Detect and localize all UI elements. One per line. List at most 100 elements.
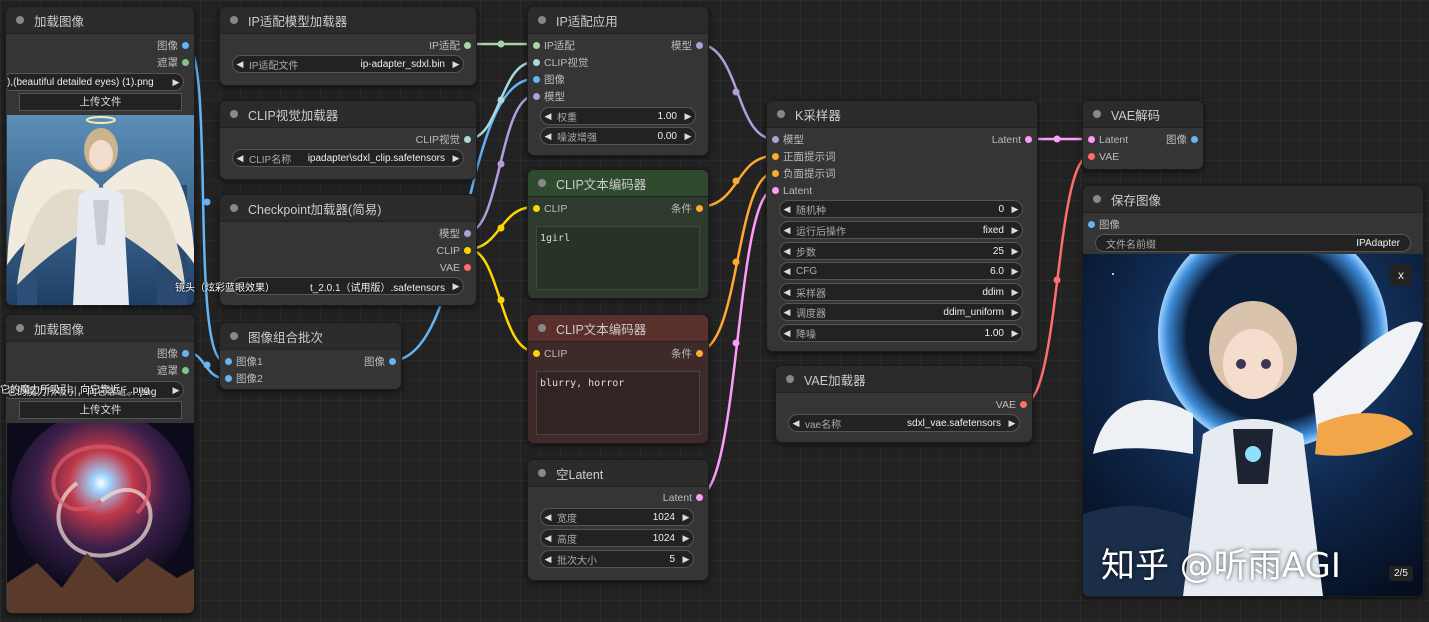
output-ipadapter[interactable]: IP适配 bbox=[429, 37, 476, 54]
arrow-left-icon[interactable]: ◀ bbox=[780, 328, 794, 339]
output-conditioning[interactable]: 条件 bbox=[671, 345, 708, 362]
node-header[interactable]: CLIP视觉加载器 bbox=[220, 101, 476, 128]
input-latent[interactable]: Latent bbox=[1083, 131, 1128, 148]
arrow-left-icon[interactable]: ◀ bbox=[541, 512, 555, 523]
ksampler-node[interactable]: K采样器 模型 正面提示词 负面提示词 Latent Latent ◀ 随机种 0 ▶… bbox=[766, 100, 1038, 352]
arrow-right-icon[interactable]: ▶ bbox=[169, 385, 183, 396]
output-clip[interactable]: CLIP bbox=[437, 242, 476, 259]
batch-size-slider[interactable]: ◀ 批次大小 5 ▶ bbox=[540, 550, 694, 568]
scheduler-select[interactable]: ◀ 调度器 ddim_uniform ▶ bbox=[779, 303, 1023, 321]
image-socket-icon[interactable] bbox=[1088, 221, 1095, 228]
collapse-dot-icon[interactable] bbox=[538, 469, 546, 477]
arrow-right-icon[interactable]: ▶ bbox=[1008, 328, 1022, 339]
sampler-select[interactable]: ◀ 采样器 ddim ▶ bbox=[779, 283, 1023, 301]
collapse-dot-icon[interactable] bbox=[1093, 110, 1101, 118]
input-model[interactable]: 模型 bbox=[528, 88, 565, 105]
arrow-right-icon[interactable]: ▶ bbox=[449, 281, 463, 292]
node-header[interactable]: VAE加载器 bbox=[776, 366, 1032, 393]
node-header[interactable]: K采样器 bbox=[767, 101, 1037, 128]
prompt-textarea[interactable]: blurry, horror bbox=[536, 371, 700, 435]
arrow-right-icon[interactable]: ▶ bbox=[1008, 204, 1022, 215]
output-latent[interactable]: Latent bbox=[663, 489, 708, 506]
conditioning-socket-icon[interactable] bbox=[772, 170, 779, 177]
input-latent[interactable]: Latent bbox=[767, 182, 812, 199]
image-file-select[interactable]: ),(beautiful detailed eyes) (1).png ▶ bbox=[6, 73, 184, 91]
arrow-left-icon[interactable]: ◀ bbox=[780, 225, 794, 236]
steps-slider[interactable]: ◀ 步数 25 ▶ bbox=[779, 242, 1023, 260]
arrow-right-icon[interactable]: ▶ bbox=[681, 111, 695, 122]
vae-socket-icon[interactable] bbox=[1088, 153, 1095, 160]
load-image-node-1[interactable]: 加载图像 图像 遮罩 ),(beautiful detailed eyes) (… bbox=[5, 6, 195, 306]
vae-socket-icon[interactable] bbox=[464, 264, 471, 271]
node-header[interactable]: 图像组合批次 bbox=[220, 323, 401, 350]
output-model[interactable]: 模型 bbox=[671, 37, 708, 54]
image-socket-icon[interactable] bbox=[182, 350, 189, 357]
model-socket-icon[interactable] bbox=[464, 230, 471, 237]
collapse-dot-icon[interactable] bbox=[16, 324, 24, 332]
input-clip[interactable]: CLIP bbox=[528, 345, 567, 362]
latent-socket-icon[interactable] bbox=[1025, 136, 1032, 143]
output-image[interactable]: 图像 bbox=[157, 345, 194, 362]
node-header[interactable]: 保存图像 bbox=[1083, 186, 1423, 213]
collapse-dot-icon[interactable] bbox=[538, 16, 546, 24]
output-clip-vision[interactable]: CLIP视觉 bbox=[416, 131, 476, 148]
ipadapter-socket-icon[interactable] bbox=[533, 42, 540, 49]
arrow-right-icon[interactable]: ▶ bbox=[679, 512, 693, 523]
arrow-left-icon[interactable]: ◀ bbox=[789, 418, 803, 429]
image-batch-node[interactable]: 图像组合批次 图像1 图像2 图像 bbox=[219, 322, 402, 390]
noise-slider[interactable]: ◀ 噪波增强 0.00 ▶ bbox=[540, 127, 696, 145]
vae-name-select[interactable]: ◀ vae名称 sdxl_vae.safetensors ▶ bbox=[788, 414, 1020, 432]
output-vae[interactable]: VAE bbox=[996, 396, 1032, 413]
output-conditioning[interactable]: 条件 bbox=[671, 200, 708, 217]
arrow-left-icon[interactable]: ◀ bbox=[541, 131, 555, 142]
arrow-left-icon[interactable]: ◀ bbox=[541, 554, 555, 565]
arrow-right-icon[interactable]: ▶ bbox=[1008, 266, 1022, 277]
arrow-right-icon[interactable]: ▶ bbox=[1008, 225, 1022, 236]
latent-socket-icon[interactable] bbox=[1088, 136, 1095, 143]
output-image[interactable]: 图像 bbox=[1166, 131, 1203, 148]
node-header[interactable]: 空Latent bbox=[528, 460, 708, 487]
ipadapter-socket-icon[interactable] bbox=[464, 42, 471, 49]
seed-slider[interactable]: ◀ 随机种 0 ▶ bbox=[779, 200, 1023, 218]
control-after-generate-select[interactable]: ◀ 运行后操作 fixed ▶ bbox=[779, 221, 1023, 239]
arrow-right-icon[interactable]: ▶ bbox=[679, 533, 693, 544]
upload-button[interactable]: 上传文件 bbox=[19, 93, 182, 111]
collapse-dot-icon[interactable] bbox=[786, 375, 794, 383]
conditioning-socket-icon[interactable] bbox=[696, 205, 703, 212]
output-model[interactable]: 模型 bbox=[439, 225, 476, 242]
load-image-node-2[interactable]: 加载图像 图像 遮罩 它的魔力所吸引，向它靠近。.png ▶ 上传文件 bbox=[5, 314, 195, 614]
image-socket-icon[interactable] bbox=[225, 375, 232, 382]
node-header[interactable]: CLIP文本编码器 bbox=[528, 315, 708, 342]
output-image[interactable]: 图像 bbox=[364, 353, 401, 370]
node-header[interactable]: VAE解码 bbox=[1083, 101, 1203, 128]
image-socket-icon[interactable] bbox=[182, 42, 189, 49]
node-header[interactable]: Checkpoint加载器(简易) bbox=[220, 195, 476, 222]
input-model[interactable]: 模型 bbox=[767, 131, 804, 148]
cfg-slider[interactable]: ◀ CFG 6.0 ▶ bbox=[779, 262, 1023, 280]
empty-latent-node[interactable]: 空Latent Latent ◀ 宽度 1024 ▶ ◀ 高度 1024 ▶ ◀ 批次大小 5 ▶ bbox=[527, 459, 709, 581]
collapse-dot-icon[interactable] bbox=[230, 16, 238, 24]
arrow-left-icon[interactable]: ◀ bbox=[541, 111, 555, 122]
ipadapter-loader-node[interactable]: IP适配模型加载器 IP适配 ◀ IP适配文件 ip-adapter_sdxl.bi… bbox=[219, 6, 477, 86]
arrow-left-icon[interactable]: ◀ bbox=[780, 307, 794, 318]
vae-decode-node[interactable]: VAE解码 Latent VAE 图像 bbox=[1082, 100, 1204, 170]
save-image-node[interactable]: 保存图像 图像 文件名前缀 IPAdapter x 知乎 @听雨AGI 2/5 bbox=[1082, 185, 1424, 597]
clip-socket-icon[interactable] bbox=[464, 247, 471, 254]
collapse-dot-icon[interactable] bbox=[16, 16, 24, 24]
arrow-right-icon[interactable]: ▶ bbox=[449, 59, 463, 70]
conditioning-socket-icon[interactable] bbox=[772, 153, 779, 160]
model-socket-icon[interactable] bbox=[772, 136, 779, 143]
output-mask[interactable]: 遮罩 bbox=[157, 362, 194, 379]
arrow-left-icon[interactable]: ◀ bbox=[780, 204, 794, 215]
node-header[interactable]: 加载图像 bbox=[6, 7, 194, 34]
clip-socket-icon[interactable] bbox=[533, 350, 540, 357]
vae-loader-node[interactable]: VAE加载器 VAE ◀ vae名称 sdxl_vae.safetensors ▶ bbox=[775, 365, 1033, 443]
input-clip[interactable]: CLIP bbox=[528, 200, 567, 217]
arrow-left-icon[interactable]: ◀ bbox=[541, 533, 555, 544]
input-ipadapter[interactable]: IP适配 bbox=[528, 37, 575, 54]
conditioning-socket-icon[interactable] bbox=[696, 350, 703, 357]
collapse-dot-icon[interactable] bbox=[230, 204, 238, 212]
collapse-dot-icon[interactable] bbox=[538, 179, 546, 187]
arrow-left-icon[interactable]: ◀ bbox=[233, 153, 247, 164]
output-image[interactable]: 图像 bbox=[157, 37, 194, 54]
